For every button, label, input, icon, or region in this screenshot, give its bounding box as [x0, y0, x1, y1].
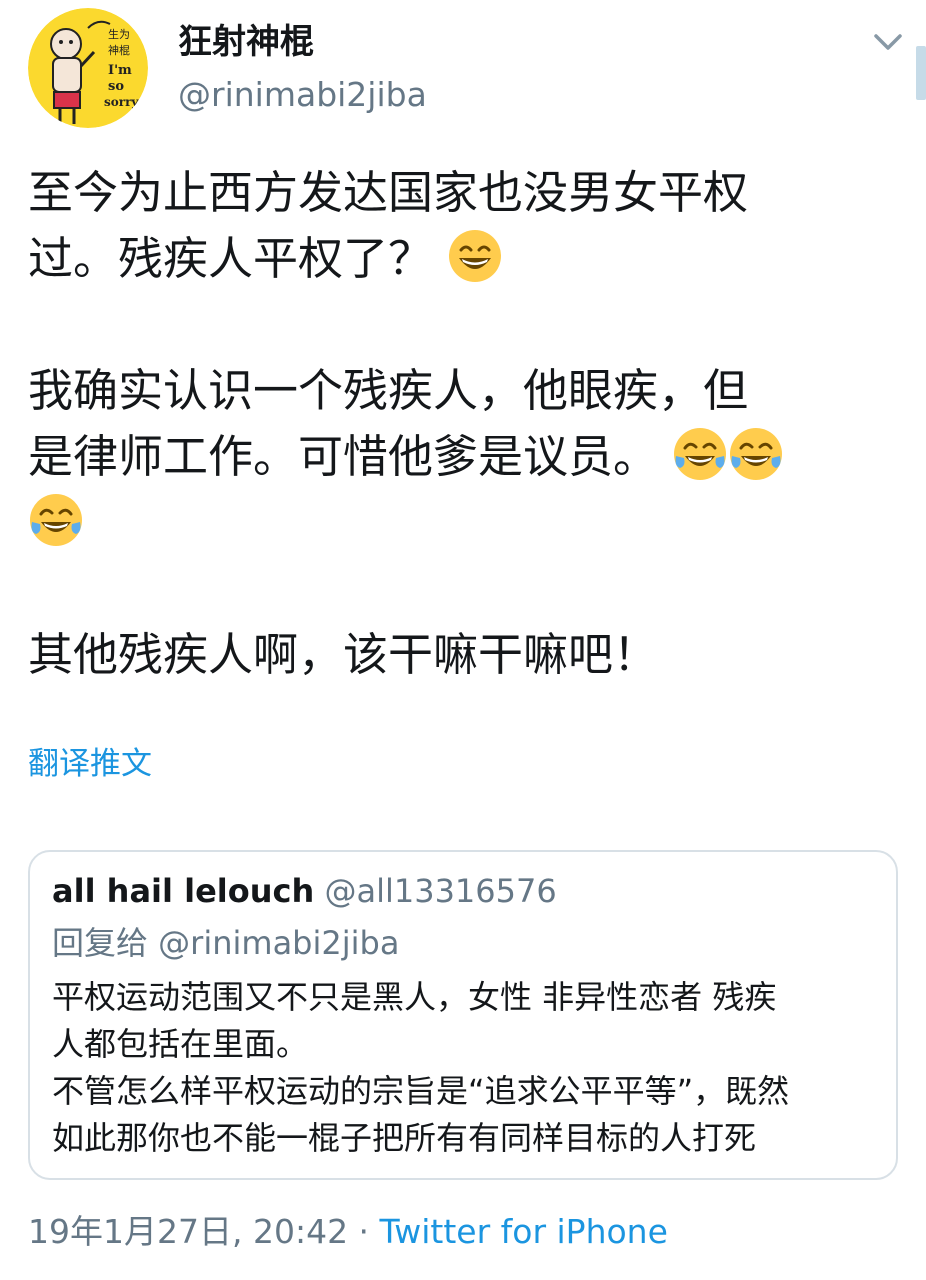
quoted-line: 如此那你也不能一棍子把所有有同样目标的人打死 — [52, 1119, 757, 1157]
tweet-line-text: 是律师工作。可惜他爹是议员。 — [28, 430, 659, 483]
quoted-line: 平权运动范围又不只是黑人，女性 非异性恋者 残疾 — [52, 978, 777, 1016]
meta-separator: · — [348, 1212, 380, 1251]
tweet-line: 至今为止西方发达国家也没男女平权 — [28, 160, 908, 226]
translate-tweet-link[interactable]: 翻译推文 — [28, 742, 152, 786]
tweet-line-text: 至今为止西方发达国家也没男女平权 — [28, 166, 749, 219]
quoted-author-handle: @all13316576 — [324, 872, 557, 910]
tweet-line-text: 其他残疾人啊，该干嘛干嘛吧！ — [28, 628, 659, 681]
tears-of-joy-emoji — [30, 494, 82, 546]
tweet-source-link[interactable]: Twitter for iPhone — [380, 1212, 668, 1251]
tweet-timestamp: 19年1月27日, 20:42 — [28, 1212, 349, 1251]
tweet-line-text: 我确实认识一个残疾人，他眼疾，但 — [28, 364, 749, 417]
tears-of-joy-emoji — [674, 428, 727, 480]
tweet-text: 至今为止西方发达国家也没男女平权 过。残疾人平权了？ 我确实认识一个残疾人，他眼… — [28, 160, 908, 688]
scroll-indicator — [916, 46, 926, 100]
avatar-illustration: 生为 神棍 I'm so sorry — [28, 8, 148, 128]
quoted-line: 人都包括在里面。 — [52, 1025, 309, 1063]
tweet-menu-button[interactable] — [866, 22, 910, 62]
chevron-down-icon — [874, 34, 902, 50]
quoted-tweet-text: 平权运动范围又不只是黑人，女性 非异性恋者 残疾 人都包括在里面。 不管怎么样平… — [52, 974, 882, 1162]
grinning-face-emoji — [449, 230, 502, 282]
tweet-line: 我确实认识一个残疾人，他眼疾，但 — [28, 358, 908, 424]
avatar-text-3: I'm — [108, 63, 132, 78]
quoted-author-name: all hail lelouch — [52, 872, 315, 910]
avatar[interactable]: 生为 神棍 I'm so sorry — [28, 8, 148, 128]
avatar-text-1: 生为 — [108, 27, 130, 41]
tweet-line: 其他残疾人啊，该干嘛干嘛吧！ — [28, 622, 908, 688]
quoted-line: 不管怎么样平权运动的宗旨是“追求公平平等”，既然 — [52, 1072, 790, 1110]
tweet-line — [28, 490, 908, 556]
avatar-text-2: 神棍 — [108, 43, 130, 57]
author-handle[interactable]: @rinimabi2jiba — [178, 72, 427, 118]
tweet-line: 过。残疾人平权了？ — [28, 226, 908, 292]
tweet-meta: 19年1月27日, 20:42 · Twitter for iPhone — [28, 1208, 668, 1256]
avatar-text-4: so — [108, 79, 124, 94]
avatar-text-5: sorry — [104, 95, 139, 109]
author-display-name[interactable]: 狂射神棍 — [178, 18, 314, 66]
quoted-tweet-card[interactable]: all hail lelouch @all13316576 回复给 @rinim… — [28, 850, 898, 1180]
quoted-tweet-header: all hail lelouch @all13316576 — [52, 868, 557, 914]
tweet-line: 是律师工作。可惜他爹是议员。 — [28, 424, 908, 490]
tweet-line-text: 过。残疾人平权了？ — [28, 232, 434, 285]
tears-of-joy-emoji — [730, 428, 783, 480]
quoted-reply-to: 回复给 @rinimabi2jiba — [52, 924, 400, 962]
